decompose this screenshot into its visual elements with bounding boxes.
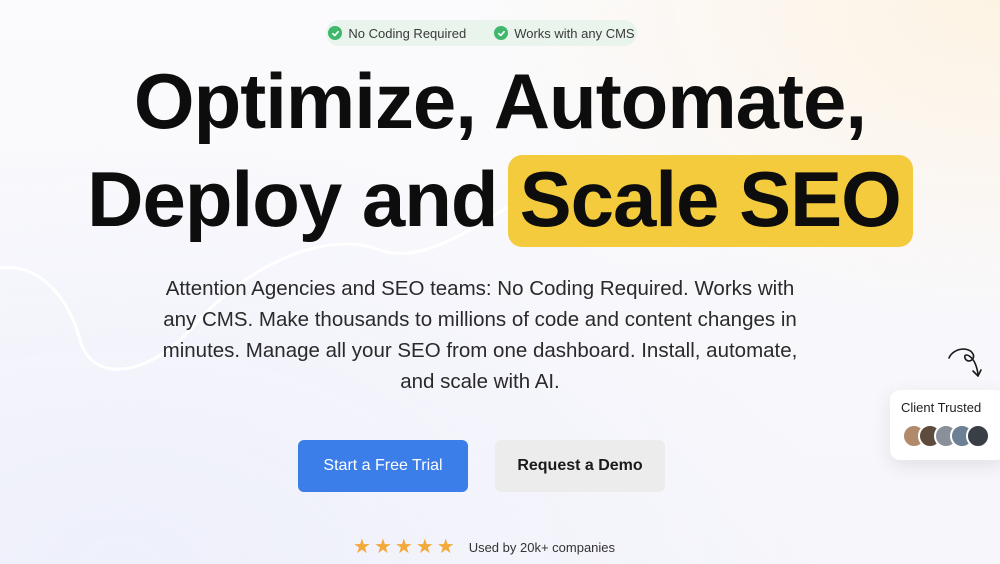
badge-no-coding: No Coding Required [328,26,466,41]
hero-subheadline: Attention Agencies and SEO teams: No Cod… [162,277,798,393]
headline-highlight: Scale SEO [507,155,913,247]
star-icon: ★ [353,536,371,558]
headline-line-2: Deploy and Scale SEO [0,150,1000,248]
check-circle-icon [494,26,509,40]
start-free-trial-button[interactable]: Start a Free Trial [298,440,468,492]
feature-badges: No Coding Required Works with any CMS [326,20,637,46]
client-trusted-card: Client Trusted [890,390,1000,460]
headline-line-2-prefix: Deploy and [87,155,498,243]
star-icon: ★ [436,536,455,558]
rating-row: ★ ★ ★ ★ ★ Used by 20k+ companies [353,536,615,558]
rating-stars: ★ ★ ★ ★ ★ [353,537,455,557]
client-avatars [902,424,990,448]
rating-text: Used by 20k+ companies [468,539,616,555]
star-icon: ★ [394,536,413,558]
badge-label: Works with any CMS [514,25,635,41]
badge-label: No Coding Required [348,25,467,41]
star-icon: ★ [415,536,434,558]
badge-any-cms: Works with any CMS [494,25,635,41]
star-icon: ★ [373,536,392,558]
hero-headline: Optimize, Automate, Deploy and Scale SEO [0,52,1000,248]
avatar [966,424,990,448]
curly-arrow-icon [948,348,982,377]
trust-card-label: Client Trusted [901,400,982,415]
request-demo-button[interactable]: Request a Demo [495,440,665,492]
headline-line-1: Optimize, Automate, [133,57,867,145]
check-circle-icon [328,26,343,40]
